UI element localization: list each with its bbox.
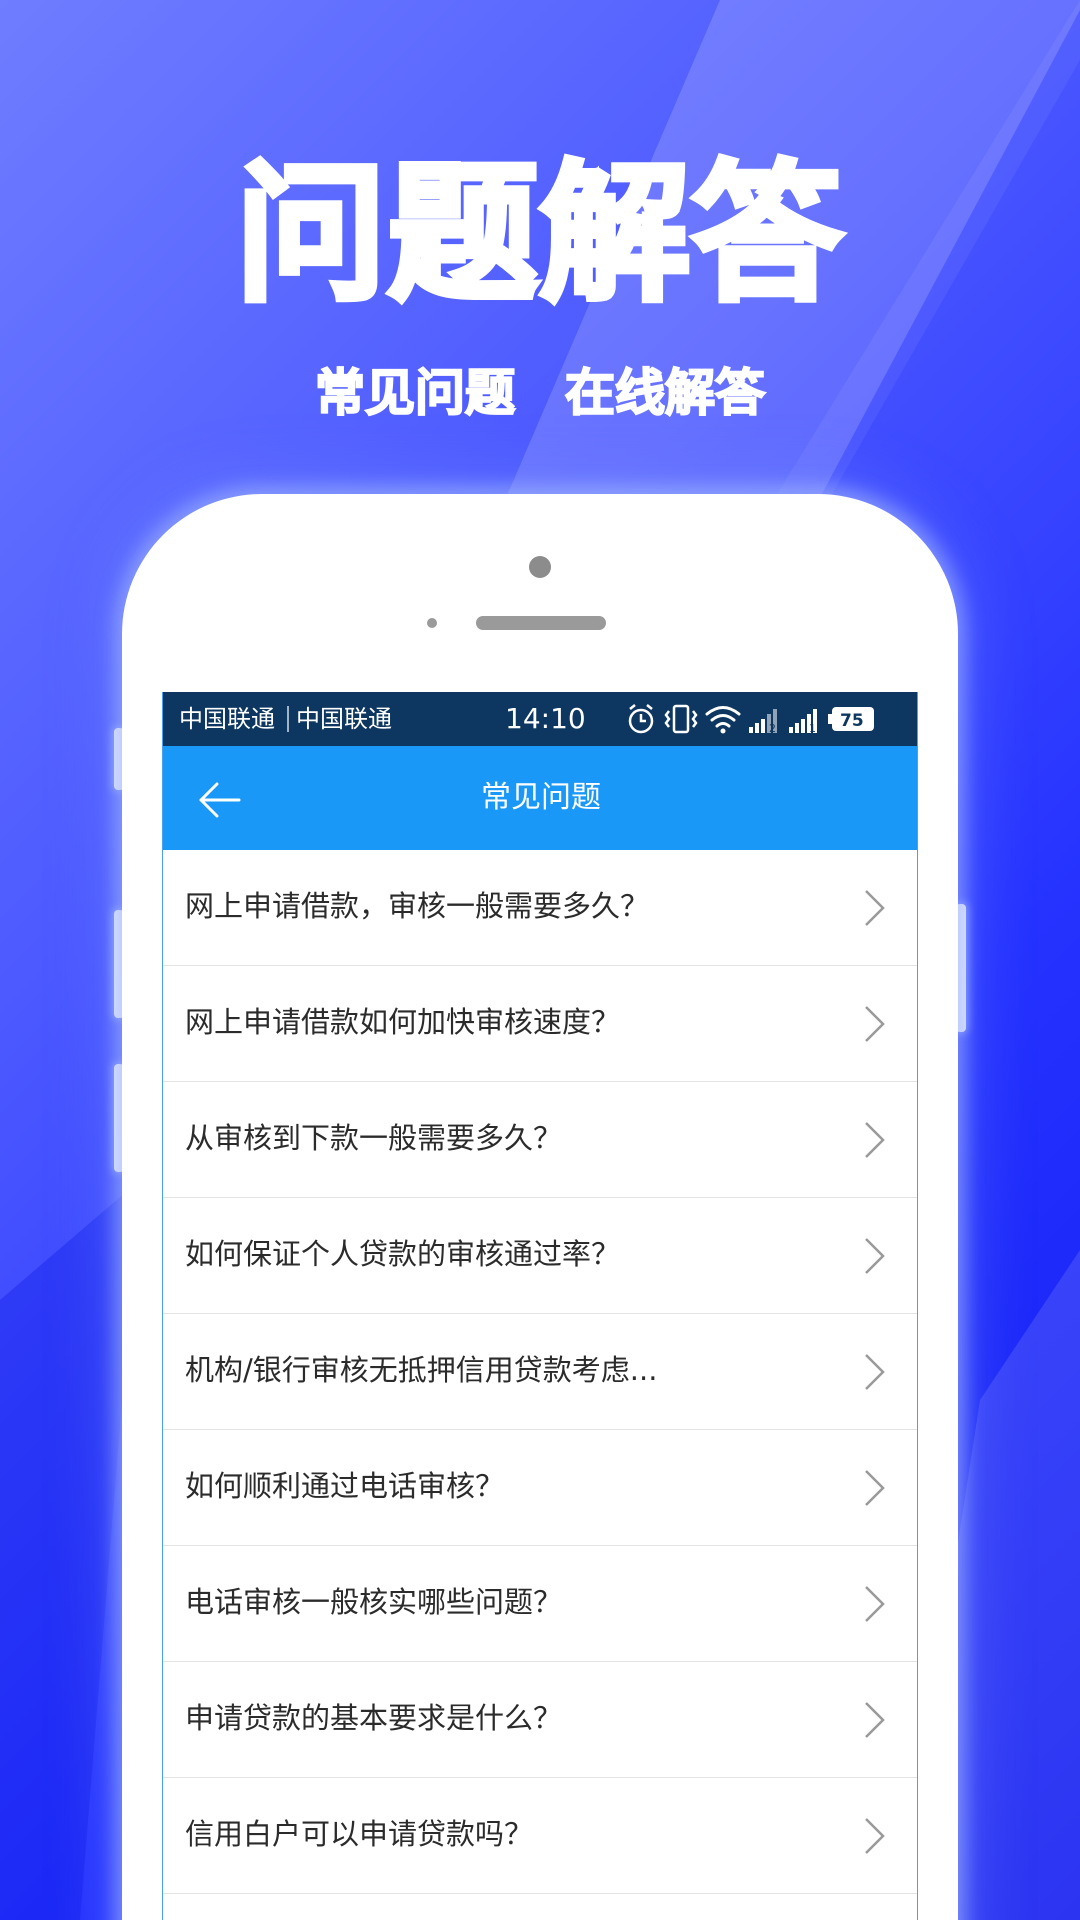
promo-background: 问题解答 常见问题 在线解答 中国联通 中国联通 14:10 2 1 75 常见… xyxy=(0,0,1080,1920)
chevron-right-icon xyxy=(865,1702,885,1738)
status-bar: 中国联通 中国联通 14:10 2 1 75 xyxy=(163,692,917,746)
faq-question-label: 网上申请借款如何加快审核速度？ xyxy=(185,1005,621,1039)
status-icons: 2 1 75 xyxy=(628,704,874,735)
carrier-label-1: 中国联通 xyxy=(179,705,275,733)
faq-list-item[interactable]: 网上申请借款如何加快审核速度？ xyxy=(163,966,917,1082)
title-bar: 常见问题 xyxy=(163,746,917,850)
page-title: 常见问题 xyxy=(481,780,601,815)
faq-list-item[interactable]: 从审核到下款一般需要多久？ xyxy=(163,1082,917,1198)
faq-question-label: 申请贷款的基本要求是什么？ xyxy=(185,1701,563,1735)
alarm-icon xyxy=(628,704,654,734)
vibrate-icon xyxy=(664,704,698,734)
chevron-right-icon xyxy=(865,1238,885,1274)
faq-question-label: 信用白户可以申请贷款吗？ xyxy=(185,1817,534,1851)
faq-list-item[interactable] xyxy=(163,1894,917,1920)
faq-list-item[interactable]: 如何顺利通过电话审核？ xyxy=(163,1430,917,1546)
svg-text:75: 75 xyxy=(840,711,864,731)
promo-subline-left: 常见问题 xyxy=(314,364,516,422)
faq-list-item[interactable]: 机构/银行审核无抵押信用贷款考虑... xyxy=(163,1314,917,1430)
promo-subline-right: 在线解答 xyxy=(564,364,766,422)
faq-list-item[interactable]: 电话审核一般核实哪些问题？ xyxy=(163,1546,917,1662)
battery-icon: 75 xyxy=(828,707,874,731)
phone-screen: 中国联通 中国联通 14:10 2 1 75 常见问题 网上申请借款，审核一般需… xyxy=(162,692,918,1920)
promo-headline: 问题解答 xyxy=(233,148,845,322)
faq-question-label: 如何保证个人贷款的审核通过率？ xyxy=(185,1237,621,1271)
carrier-label-2: 中国联通 xyxy=(296,705,392,733)
chevron-right-icon xyxy=(865,1586,885,1622)
faq-list-item[interactable]: 申请贷款的基本要求是什么？ xyxy=(163,1662,917,1778)
chevron-right-icon xyxy=(865,1818,885,1854)
chevron-right-icon xyxy=(865,1470,885,1506)
earpiece-speaker xyxy=(476,616,606,630)
chevron-right-icon xyxy=(865,890,885,926)
signal-icon: 1 xyxy=(789,709,817,735)
svg-text:2: 2 xyxy=(769,722,776,735)
signal-icon: 2 xyxy=(749,709,777,735)
wifi-icon xyxy=(705,706,741,734)
faq-question-label: 网上申请借款，审核一般需要多久？ xyxy=(185,889,650,923)
faq-question-label: 从审核到下款一般需要多久？ xyxy=(185,1121,563,1155)
faq-question-label: 电话审核一般核实哪些问题？ xyxy=(185,1585,563,1619)
carrier-divider xyxy=(287,706,289,732)
faq-question-label: 机构/银行审核无抵押信用贷款考虑... xyxy=(185,1353,658,1387)
status-time: 14:10 xyxy=(505,702,586,735)
faq-question-label: 如何顺利通过电话审核？ xyxy=(185,1469,505,1503)
chevron-right-icon xyxy=(865,1122,885,1158)
chevron-right-icon xyxy=(865,1354,885,1390)
svg-text:1: 1 xyxy=(809,722,816,735)
chevron-right-icon xyxy=(865,1006,885,1042)
faq-list-item[interactable]: 网上申请借款，审核一般需要多久？ xyxy=(163,850,917,966)
faq-list-item[interactable]: 信用白户可以申请贷款吗？ xyxy=(163,1778,917,1894)
front-camera xyxy=(529,556,551,578)
proximity-sensor xyxy=(427,618,437,628)
faq-list: 网上申请借款，审核一般需要多久？ 网上申请借款如何加快审核速度？ 从审核到下款一… xyxy=(163,850,917,1920)
faq-list-item[interactable]: 如何保证个人贷款的审核通过率？ xyxy=(163,1198,917,1314)
